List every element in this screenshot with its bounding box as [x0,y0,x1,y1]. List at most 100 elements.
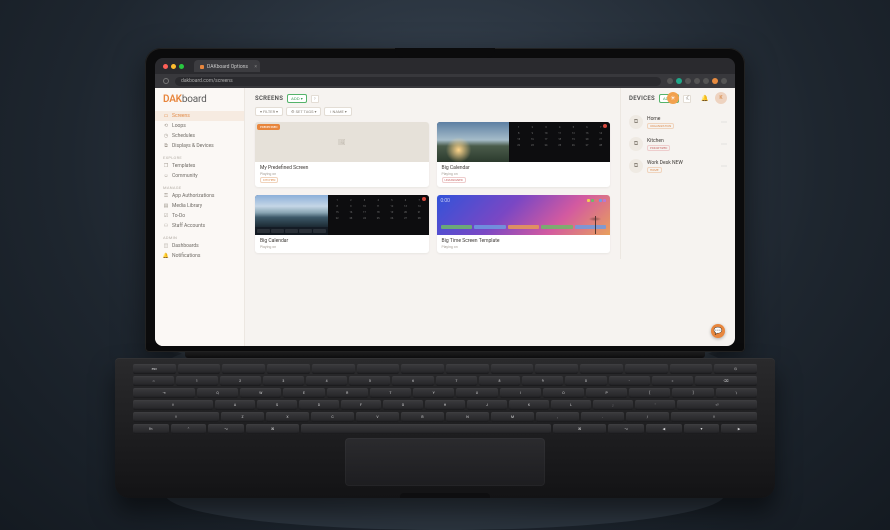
chat-fab[interactable]: 💬 [711,324,725,338]
section-title: SCREENS [255,95,283,102]
theme-light-button[interactable]: ☀ [667,92,679,104]
minimize-window-icon[interactable] [171,64,176,69]
tab-title: DAKboard Options [207,64,248,70]
bell-icon: 🔔 [163,253,169,259]
device-more-button[interactable]: ⋯ [721,119,727,126]
sidebar-item-community[interactable]: ☺ Community [155,171,244,181]
theme-dark-button[interactable]: ☾ [683,92,695,104]
device-row[interactable]: ⧉ Kitchen PRIORITIZED ⋯ [629,137,727,151]
notifications-button[interactable]: 🔔 [699,92,711,104]
sidebar-item-staff-accounts[interactable]: ⚇ Staff Accounts [155,221,244,231]
browser-tab[interactable]: DAKboard Options × [194,60,260,72]
device-more-button[interactable]: ⋯ [721,163,727,170]
card-body: Big Calendar Playing on UNASSIGNED [437,162,611,187]
nav-group-label: MANAGE [155,181,244,191]
browser-tab-strip: DAKboard Options × [155,58,735,74]
thumb-calendar: 1234567 891011121314 15161718192021 2223… [509,122,610,162]
screen-card[interactable]: 0:00 [437,195,611,253]
sidebar-item-loops[interactable]: ⟲ Loops [155,121,244,131]
sidebar-item-label: Notifications [172,253,200,259]
display: DAKboard Options × dakboard.com/screens [155,58,735,346]
keyboard: esc⏻ ~1234567890-=⌫ ⇥QWERTYUIOP[]\ ⇪ASDF… [133,364,757,434]
clock-icon: ◷ [163,133,169,139]
ext-icon[interactable] [676,78,682,84]
device-row[interactable]: ⧉ Home ORGANIZATION ⋯ [629,115,727,129]
screens-grid: PREDEFINED 🖼 My Predefined Screen Playin… [255,122,610,253]
sidebar-item-label: App Authorizations [172,193,215,199]
community-icon: ☺ [163,173,169,179]
device-more-button[interactable]: ⋯ [721,141,727,148]
shield-icon[interactable] [694,78,700,84]
screen-thumbnail: 1234567 891011121314 15161718192021 2223… [437,122,611,162]
sort-name-dropdown[interactable]: ↕ NAME ▾ [324,107,351,116]
screen-card[interactable]: 1234567 891011121314 15161718192021 2223… [255,195,429,253]
info-button[interactable]: ? [311,95,319,103]
brand-logo[interactable]: DAKboard [155,88,244,111]
screen-card[interactable]: 1234567 891011121314 15161718192021 2223… [437,122,611,187]
sidebar-item-label: Community [172,173,198,179]
device-tag: HOME [647,167,662,173]
sidebar-item-notifications[interactable]: 🔔 Notifications [155,251,244,261]
card-subtitle: Playing on [260,245,424,249]
sidebar-item-screens[interactable]: ▭ Screens [155,111,244,121]
maximize-window-icon[interactable] [179,64,184,69]
header-icons: ☀ ☾ 🔔 K [667,92,727,104]
templates-icon: ❐ [163,163,169,169]
screen-card[interactable]: PREDEFINED 🖼 My Predefined Screen Playin… [255,122,429,187]
sidebar-item-label: Screens [172,113,190,119]
sidebar-item-media-library[interactable]: ▤ Media Library [155,201,244,211]
filter-dropdown[interactable]: ▾ FILTER ▾ [255,107,283,116]
card-title: Big Calendar [260,238,424,244]
card-body: My Predefined Screen Playing on KITCHEN [255,162,429,187]
browser-profile-icon[interactable] [712,78,718,84]
thumb-clock: 0:00 [441,198,450,204]
device-icon: ⧉ [163,143,169,149]
laptop: DAKboard Options × dakboard.com/screens [145,48,745,498]
device-tag: PRIORITIZED [647,145,670,151]
device-tag: ORGANIZATION [647,123,674,129]
sidebar-item-schedules[interactable]: ◷ Schedules [155,131,244,141]
sidebar-item-displays-devices[interactable]: ⧉ Displays & Devices [155,141,244,151]
staff-icon: ⚇ [163,223,169,229]
screen-bezel: DAKboard Options × dakboard.com/screens [145,48,745,352]
display-notch [395,48,495,58]
reload-icon[interactable] [163,78,169,84]
add-screen-button[interactable]: ADD ▾ [287,94,307,103]
screen-thumbnail: 0:00 [437,195,611,235]
nav-group-label: ADMIN [155,231,244,241]
thumb-event-blocks [441,225,607,229]
sidebar-item-label: Schedules [172,133,195,139]
url-field[interactable]: dakboard.com/screens [175,77,661,86]
sidebar-item-label: To-Do [172,213,185,219]
close-tab-icon[interactable]: × [254,64,257,70]
device-info: Kitchen PRIORITIZED [647,138,717,151]
device-name: Home [647,116,717,122]
device-name: Kitchen [647,138,717,144]
ext-icon[interactable] [667,78,673,84]
nav-group: ▭ Screens ⟲ Loops ◷ Schedules ⧉ [155,111,244,151]
close-window-icon[interactable] [163,64,168,69]
browser-extension-icons [667,78,727,84]
palm-tree-icon [586,215,604,235]
browser-menu-icon[interactable] [721,78,727,84]
sidebar-item-app-authorizations[interactable]: ⚿ App Authorizations [155,191,244,201]
sidebar-item-dashboards[interactable]: ◫ Dashboards [155,241,244,251]
user-avatar[interactable]: K [715,92,727,104]
dot-icon [603,124,607,128]
nav-group-label: EXPLORE [155,151,244,161]
dash-icon: ◫ [163,243,169,249]
card-title: Big Calendar [442,165,606,171]
thumb-calendar: 1234567 891011121314 15161718192021 2223… [328,195,429,235]
device-info: Work Desk NEW HOME [647,160,717,173]
set-tags-dropdown[interactable]: ⚙ SET TAGS ▾ [286,107,321,116]
sidebar-item-templates[interactable]: ❐ Templates [155,161,244,171]
laptop-base: esc⏻ ~1234567890-=⌫ ⇥QWERTYUIOP[]\ ⇪ASDF… [115,358,775,498]
sidebar-item-label: Dashboards [172,243,199,249]
window-controls[interactable] [163,64,184,69]
device-row[interactable]: ⧉ Work Desk NEW HOME ⋯ [629,159,727,173]
sidebar-item-todo[interactable]: ☑ To-Do [155,211,244,221]
ext-icon[interactable] [685,78,691,84]
browser-address-bar: dakboard.com/screens [155,74,735,88]
todo-icon: ☑ [163,213,169,219]
download-icon[interactable] [703,78,709,84]
